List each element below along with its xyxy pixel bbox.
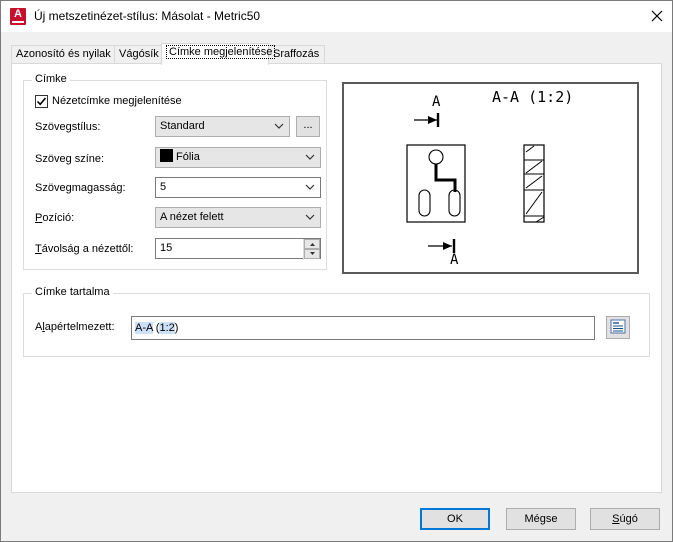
- default-label-text-field[interactable]: A-A (1:2): [131, 316, 595, 340]
- tab-id-and-arrows[interactable]: Azonosító és nyilak: [11, 45, 115, 64]
- text-height-label: Szövegmagasság:: [35, 182, 126, 194]
- chevron-down-icon: [305, 214, 315, 220]
- distance-label-rest: ávolság a nézettől:: [41, 243, 134, 255]
- show-view-label-checkbox[interactable]: [35, 95, 48, 108]
- browse-button-label: ...: [303, 119, 313, 131]
- distance-spinbox[interactable]: 15: [155, 238, 321, 260]
- checkmark-icon: [36, 97, 47, 106]
- chevron-down-icon: [305, 154, 315, 160]
- cancel-button[interactable]: Mégse: [506, 508, 576, 530]
- ok-button[interactable]: OK: [420, 508, 490, 530]
- field-editor-button[interactable]: [606, 316, 630, 339]
- label-content-groupbox: Címke tartalma Alapértelmezett: A-A (1:2…: [23, 286, 650, 357]
- tab-label-display[interactable]: Címke megjelenítése: [161, 43, 276, 65]
- field-editor-icon: [610, 319, 626, 334]
- dialog-window: A Új metszetinézet-stílus: Másolat - Met…: [0, 0, 673, 542]
- label-group-legend: Címke: [32, 73, 70, 85]
- position-dropdown[interactable]: A nézet felett: [155, 207, 321, 228]
- close-icon: [651, 10, 663, 22]
- preview-bottom-letter: A: [450, 252, 459, 268]
- arrow-down-icon: [310, 252, 315, 255]
- distance-value: 15: [160, 242, 173, 254]
- tab-cutting-plane[interactable]: Vágósík: [114, 45, 162, 64]
- cancel-button-label: Mégse: [524, 513, 558, 525]
- distance-label: Távolság a nézettől:: [35, 243, 133, 255]
- label-field-token: 1:2: [159, 322, 175, 334]
- autocad-app-icon: A: [10, 8, 26, 25]
- color-swatch: [160, 149, 173, 162]
- default-label: Alapértelmezett:: [35, 321, 115, 333]
- text-style-label: Szövegstílus:: [35, 121, 101, 133]
- help-button[interactable]: Súgó: [590, 508, 660, 530]
- arrow-up-icon: [310, 243, 315, 246]
- default-label-rest: apértelmezett:: [44, 321, 115, 333]
- text-style-value: Standard: [160, 120, 205, 132]
- preview-top-letter: A: [432, 94, 441, 110]
- label-field-text: ): [174, 322, 179, 334]
- position-value: A nézet felett: [160, 211, 224, 223]
- label-preview: A A-A (1:2) A: [342, 82, 639, 274]
- text-height-combobox[interactable]: 5: [155, 177, 321, 198]
- text-height-value: 5: [160, 181, 167, 193]
- label-groupbox: Címke Nézetcímke megjelenítése Szövegstí…: [23, 73, 327, 270]
- label-content-legend: Címke tartalma: [32, 286, 113, 298]
- position-label-rest: ozíció:: [42, 212, 75, 224]
- text-style-browse-button[interactable]: ...: [296, 116, 320, 137]
- text-color-value: Fólia: [176, 151, 200, 163]
- chevron-down-icon: [274, 123, 284, 129]
- preview-view-label: A-A (1:2): [492, 88, 574, 106]
- tab-label: Címke megjelenítése: [166, 45, 276, 59]
- chevron-down-icon: [305, 184, 315, 190]
- spin-buttons: [303, 239, 320, 260]
- help-button-label-rest: úgó: [619, 513, 638, 525]
- label-field-token: A-A: [135, 322, 153, 334]
- show-view-label-text: Nézetcímke megjelenítése: [52, 95, 182, 107]
- spin-down-button[interactable]: [304, 249, 320, 259]
- tab-label: Vágósík: [119, 48, 159, 60]
- ok-button-label: OK: [447, 513, 463, 525]
- text-color-label: Szöveg színe:: [35, 153, 105, 165]
- window-title: Új metszetinézet-stílus: Másolat - Metri…: [34, 9, 261, 23]
- title-bar: A Új metszetinézet-stílus: Másolat - Met…: [1, 1, 672, 32]
- tab-panel: Címke Nézetcímke megjelenítése Szövegstí…: [11, 63, 662, 493]
- tab-hatching[interactable]: Sraffozás: [268, 45, 325, 64]
- close-button[interactable]: [642, 1, 672, 31]
- tab-label: Sraffozás: [273, 48, 320, 60]
- text-style-dropdown[interactable]: Standard: [155, 116, 290, 137]
- distance-label-accesskey: T: [35, 243, 42, 255]
- text-color-dropdown[interactable]: Fólia: [155, 147, 321, 168]
- spin-up-button[interactable]: [304, 239, 320, 249]
- section-view-preview-drawing: [406, 113, 545, 253]
- tab-label: Azonosító és nyilak: [16, 48, 111, 60]
- position-label: Pozíció:: [35, 212, 74, 224]
